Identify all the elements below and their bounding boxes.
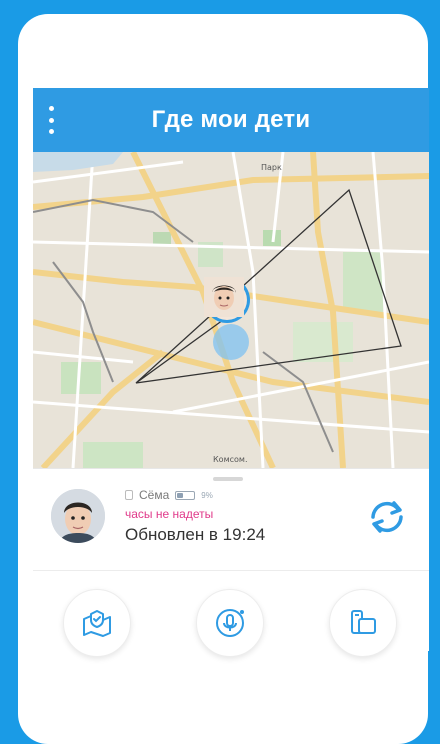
- child-name: Сёма: [139, 488, 170, 502]
- app-title: Где мои дети: [151, 106, 311, 133]
- battery-icon: [175, 490, 196, 500]
- listen-button[interactable]: [196, 589, 264, 657]
- app-header: Где мои дети: [33, 88, 429, 152]
- kebab-menu-icon[interactable]: [45, 106, 57, 134]
- devices-button[interactable]: [329, 589, 397, 657]
- safe-zone-button[interactable]: [63, 589, 131, 657]
- avatar-face-icon: [51, 489, 105, 543]
- microphone-icon: [216, 609, 244, 637]
- svg-text:Парк: Парк: [261, 163, 282, 172]
- device-icon: [351, 610, 376, 634]
- watch-icon: [125, 490, 133, 500]
- watch-status: часы не надеты: [125, 507, 214, 521]
- child-name-row: Сёма 9%: [125, 488, 213, 502]
- refresh-button[interactable]: [361, 491, 413, 543]
- child-avatar-marker: [204, 277, 247, 320]
- bottom-actions: [33, 570, 429, 657]
- child-info-panel: Сёма 9% часы не надеты Обновлен в 19:24: [33, 468, 429, 571]
- updated-time: Обновлен в 19:24: [125, 525, 266, 544]
- drag-handle[interactable]: [213, 477, 243, 481]
- child-location-marker[interactable]: [204, 277, 250, 323]
- child-avatar[interactable]: [51, 489, 105, 543]
- battery-level: [177, 492, 184, 498]
- map-shield-icon: [83, 610, 111, 637]
- svg-text:Комсом.: Комсом.: [213, 455, 247, 464]
- avatar-face-icon: [204, 277, 244, 317]
- map-view[interactable]: Парк Комсом.: [33, 152, 429, 468]
- refresh-icon: [371, 501, 403, 533]
- battery-percent: 9%: [201, 490, 213, 500]
